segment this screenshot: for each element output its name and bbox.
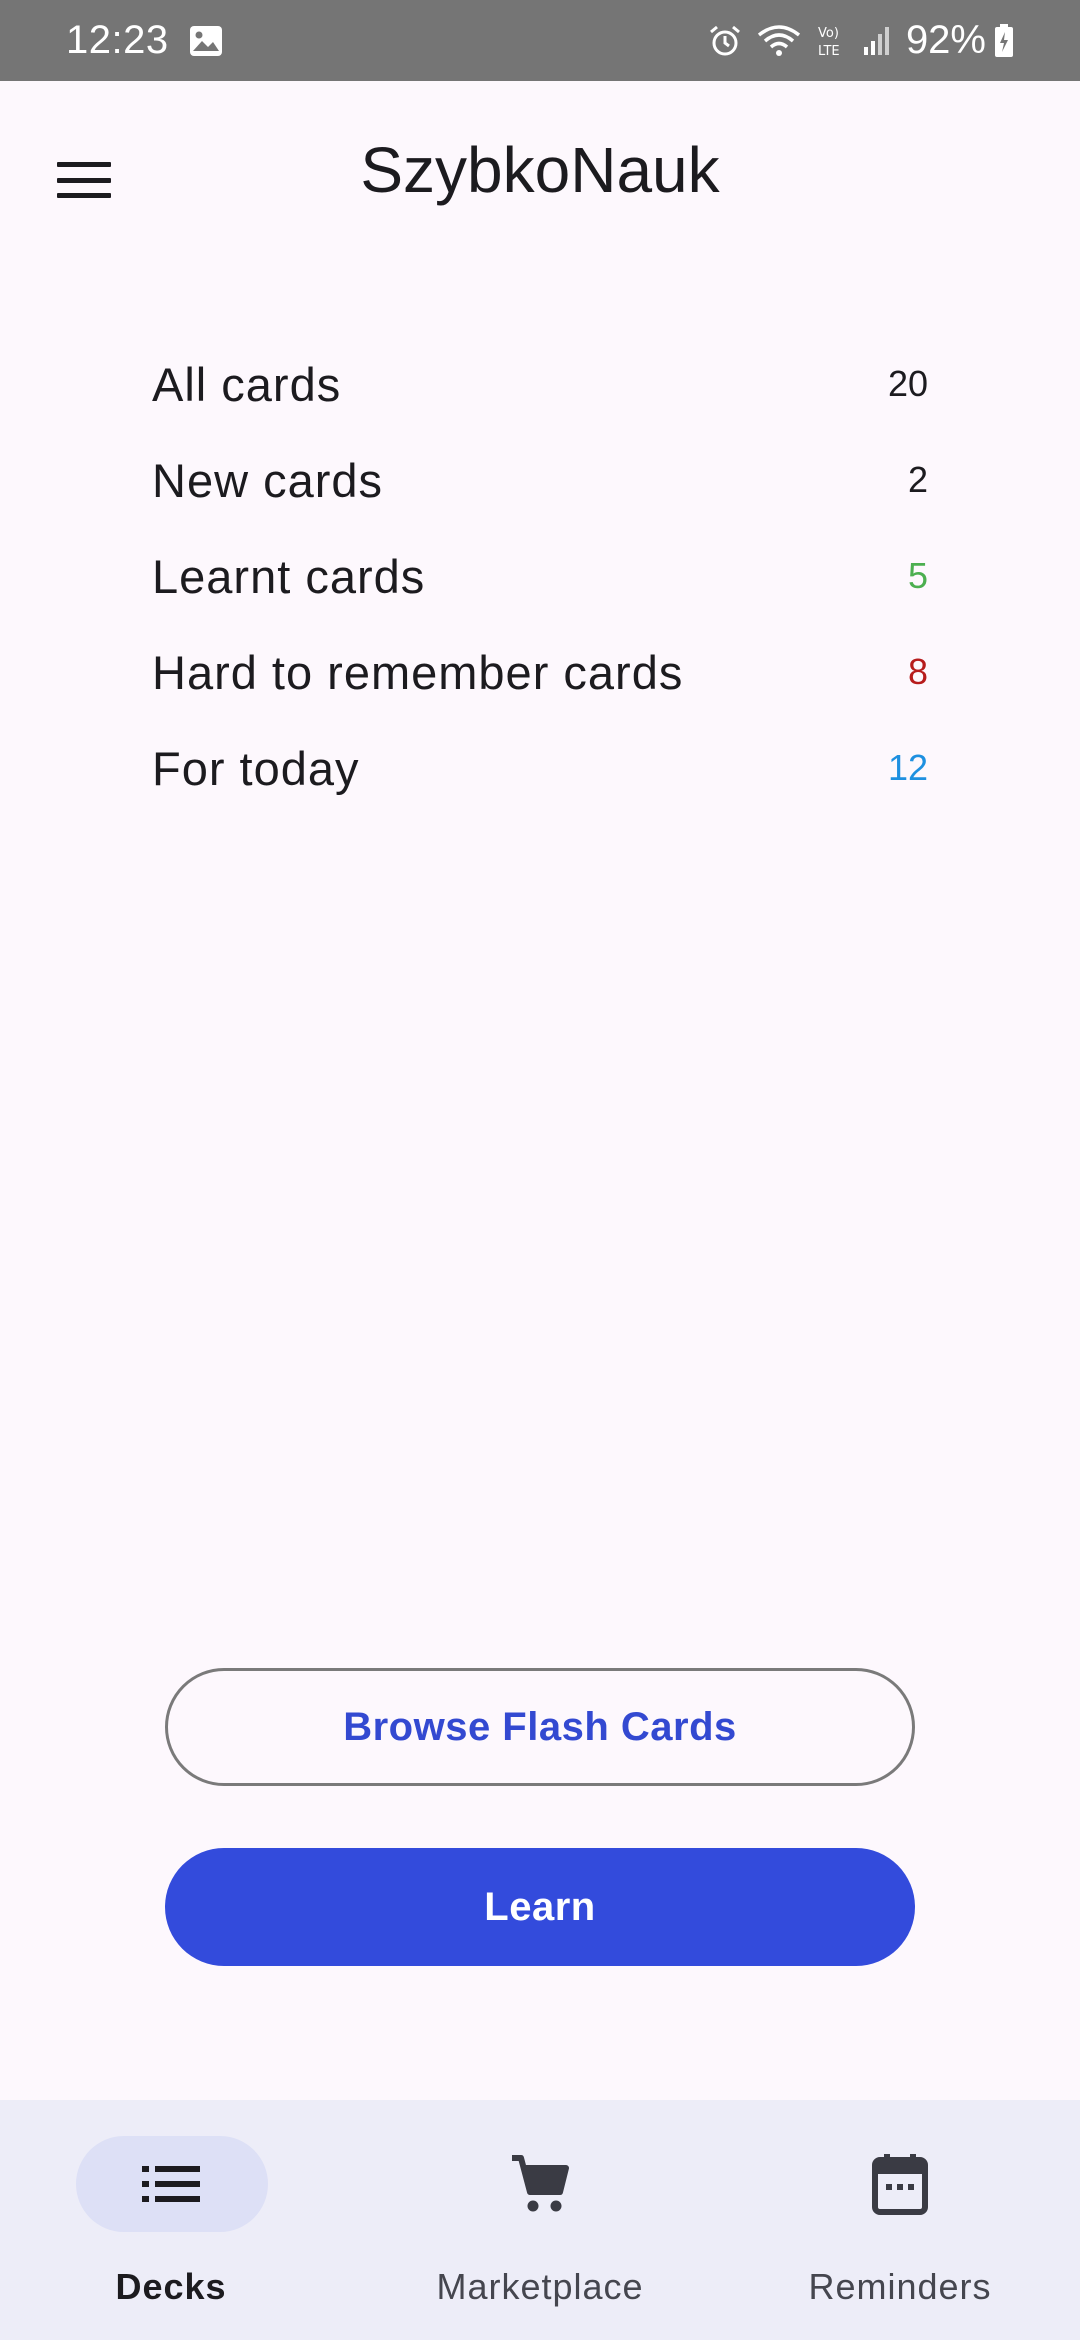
deck-stats: All cards 20 New cards 2 Learnt cards 5 …: [152, 336, 928, 816]
calendar-icon: [720, 2152, 1080, 2216]
stat-value: 20: [887, 363, 928, 404]
stat-label: All cards: [152, 357, 342, 411]
signal-icon: [862, 25, 892, 57]
nav-item-reminders[interactable]: Reminders: [720, 2100, 1080, 2340]
stat-label: Learnt cards: [152, 549, 426, 603]
wifi-icon: [756, 23, 802, 59]
alarm-icon: [708, 24, 742, 58]
browse-flash-cards-button[interactable]: Browse Flash Cards: [165, 1668, 915, 1786]
status-left: 12:23: [66, 18, 223, 63]
svg-text:LTE: LTE: [818, 44, 840, 59]
stat-label: New cards: [152, 453, 384, 507]
page-title: SzybkoNauk: [360, 134, 720, 206]
stat-row-new-cards: New cards 2: [152, 432, 928, 528]
app-bar: SzybkoNauk: [0, 81, 1080, 271]
bottom-navigation: Decks Marketplace Reminders: [0, 2100, 1080, 2340]
nav-item-marketplace[interactable]: Marketplace: [360, 2100, 720, 2340]
stat-label: For today: [152, 741, 360, 795]
list-icon: [0, 2152, 351, 2216]
svg-text:Vo): Vo): [818, 26, 839, 41]
volte-icon: Vo) LTE: [816, 23, 848, 59]
nav-label: Decks: [115, 2266, 227, 2307]
nav-label: Marketplace: [436, 2266, 644, 2307]
cart-icon: [360, 2152, 720, 2216]
nav-label: Reminders: [808, 2266, 992, 2307]
stat-value: 12: [887, 747, 928, 788]
battery-charging-icon: [994, 23, 1014, 58]
stat-row-all-cards: All cards 20: [152, 336, 928, 432]
stat-row-learnt-cards: Learnt cards 5: [152, 528, 928, 624]
battery-level: 92%: [905, 18, 986, 62]
nav-item-decks[interactable]: Decks: [0, 2100, 360, 2340]
stat-row-for-today: For today 12: [152, 720, 928, 816]
stat-value: 5: [907, 555, 928, 596]
learn-button[interactable]: Learn: [165, 1848, 915, 1966]
gallery-icon: [189, 25, 223, 57]
stat-label: Hard to remember cards: [152, 645, 684, 699]
status-time: 12:23: [66, 18, 169, 62]
stat-row-hard-cards: Hard to remember cards 8: [152, 624, 928, 720]
status-right: Vo) LTE 92%: [708, 18, 1014, 63]
stat-value: 2: [907, 459, 928, 500]
stat-value: 8: [907, 651, 928, 692]
status-bar: 12:23 Vo) LTE 92%: [0, 0, 1080, 81]
